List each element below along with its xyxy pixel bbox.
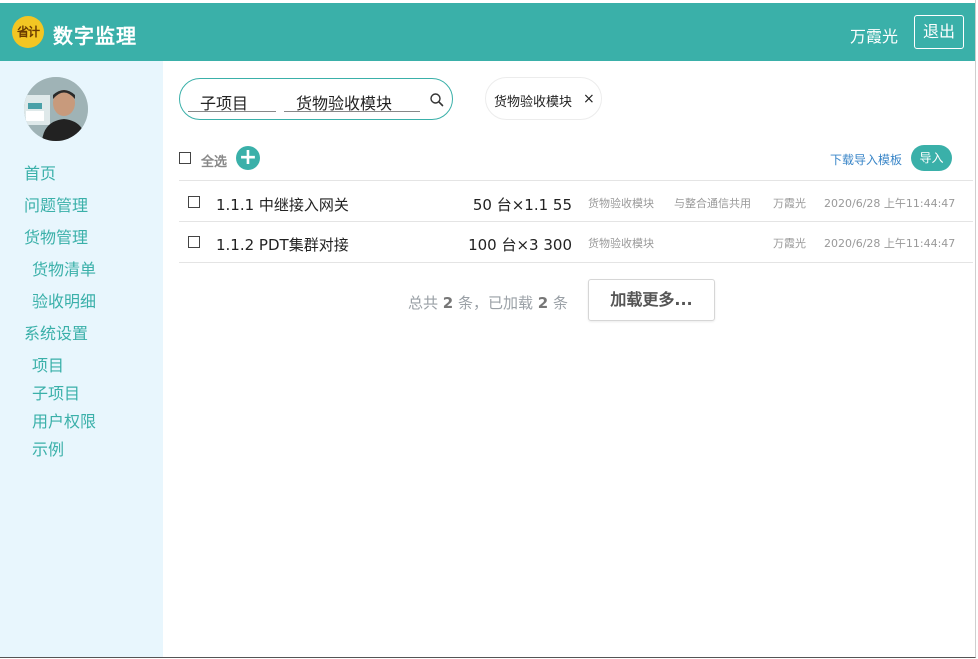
import-button[interactable]: 导入	[911, 145, 952, 171]
total-count: 2	[442, 294, 454, 312]
sidebar-item-user-permissions[interactable]: 用户权限	[32, 408, 96, 432]
row-checkbox[interactable]	[188, 236, 200, 248]
item-quantity: 100 台×3 300	[468, 236, 572, 254]
item-person: 万霞光	[773, 237, 806, 250]
top-header: 省计 数字监理 万霞光 退出	[0, 3, 975, 61]
row-checkbox[interactable]	[188, 196, 200, 208]
sidebar: 首页 问题管理 货物管理 货物清单 验收明细 系统设置 项目 子项目 用户权限 …	[0, 61, 163, 657]
active-filter-chip: 货物验收模块 ×	[485, 77, 602, 120]
sidebar-item-goods-management[interactable]: 货物管理	[24, 224, 88, 248]
summary-mid: 条，已加载	[453, 294, 538, 312]
summary-prefix: 总共	[408, 294, 443, 312]
search-box: 子项目 货物验收模块	[179, 78, 453, 120]
summary-suffix: 条	[548, 294, 568, 312]
sidebar-item-project[interactable]: 项目	[32, 352, 64, 376]
loaded-count: 2	[537, 294, 549, 312]
item-note: 与整合通信共用	[674, 197, 751, 210]
sidebar-item-home[interactable]: 首页	[24, 160, 56, 184]
app-title: 数字监理	[53, 24, 137, 48]
item-module: 货物验收模块	[588, 197, 654, 210]
app-logo: 省计	[12, 16, 44, 48]
item-module: 货物验收模块	[588, 237, 654, 250]
logout-button[interactable]: 退出	[914, 15, 964, 49]
download-template-link[interactable]: 下载导入模板	[830, 151, 902, 168]
item-person: 万霞光	[773, 197, 806, 210]
select-all-checkbox[interactable]	[179, 152, 191, 164]
select-all-label[interactable]: 全选	[201, 151, 227, 170]
sidebar-item-acceptance-details[interactable]: 验收明细	[32, 288, 96, 312]
current-user-name: 万霞光	[850, 27, 899, 46]
divider	[179, 180, 973, 181]
subproject-search-field[interactable]: 子项目	[188, 90, 276, 113]
sidebar-item-subproject[interactable]: 子项目	[32, 380, 80, 404]
divider	[179, 262, 973, 263]
add-icon[interactable]: +	[236, 146, 260, 170]
table-row[interactable]: 1.1.2 PDT集群对接 100 台×3 300 货物验收模块 万霞光 202…	[179, 222, 973, 262]
item-timestamp: 2020/6/28 上午11:44:47	[824, 197, 956, 210]
sidebar-item-system-settings[interactable]: 系统设置	[24, 320, 88, 344]
filter-chip-label: 货物验收模块	[494, 95, 573, 110]
item-timestamp: 2020/6/28 上午11:44:47	[824, 237, 956, 250]
load-more-button[interactable]: 加载更多...	[588, 279, 715, 321]
table-row[interactable]: 1.1.1 中继接入网关 50 台×1.1 55 货物验收模块 与整合通信共用 …	[179, 182, 973, 222]
sidebar-item-goods-list[interactable]: 货物清单	[32, 256, 96, 280]
search-icon[interactable]	[428, 91, 446, 109]
item-name: 1.1.2 PDT集群对接	[216, 236, 349, 254]
item-name: 1.1.1 中继接入网关	[216, 196, 349, 214]
sidebar-item-example[interactable]: 示例	[32, 436, 64, 460]
app-window: 省计 数字监理 万霞光 退出 首页 问题管理 货物管理 货物清单 验收明细 系统…	[0, 0, 976, 658]
item-quantity: 50 台×1.1 55	[472, 196, 572, 214]
module-search-field[interactable]: 货物验收模块	[284, 90, 420, 113]
user-avatar	[24, 77, 88, 141]
sidebar-item-issue-management[interactable]: 问题管理	[24, 192, 88, 216]
list-summary: 总共 2 条，已加载 2 条	[408, 292, 568, 313]
close-icon[interactable]: ×	[583, 91, 595, 107]
